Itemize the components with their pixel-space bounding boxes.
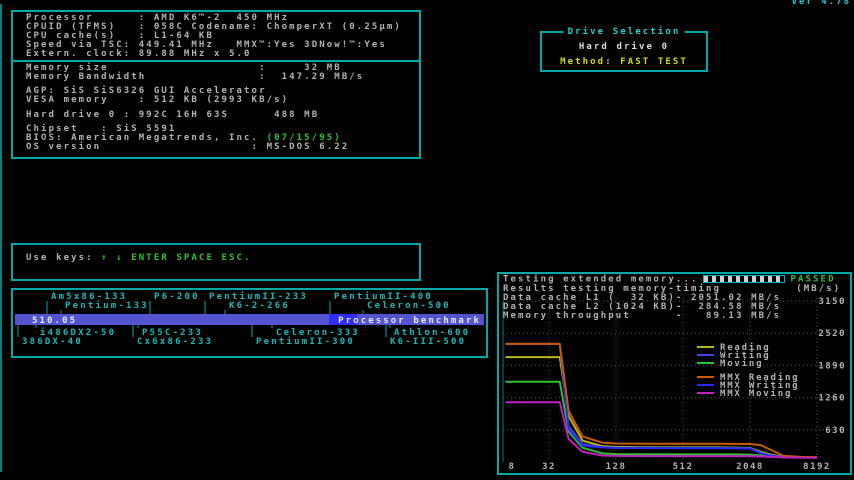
selected-drive[interactable]: Hard drive 0: [542, 42, 706, 52]
benchmark-score: 510.05: [32, 316, 77, 326]
info-row-hard-drive: Hard drive 0 : 992C 16H 63S 488 MB: [26, 111, 419, 120]
speedsys-screen: Ver 4.78 Processor : AMD K6™-2 450 MHz C…: [0, 0, 854, 480]
ref-cpu-label: Celeron-500: [367, 301, 451, 311]
keyboard-hint-panel: Use keys: ↑ ↓ ENTER SPACE ESC.: [11, 243, 421, 281]
x-tick-label: 32: [542, 462, 556, 472]
y-tick-label: 2520: [818, 329, 846, 339]
info-row-memory-bandwidth: Memory Bandwidth : 147.29 MB/s: [26, 73, 419, 82]
method-label: Method:: [560, 57, 620, 67]
x-tick-label: 8192: [803, 462, 831, 472]
screen-edge-line: [0, 4, 2, 472]
ref-cpu-label: K6-III-500: [390, 337, 466, 347]
x-tick-label: 2048: [736, 462, 764, 472]
passed-badge: PASSED: [790, 275, 835, 285]
info-row-vesa: VESA memory : 512 KB (2993 KB/s): [26, 96, 419, 105]
info-row-os: OS version : MS-DOS 6.22: [26, 143, 419, 152]
benchmark-ladder: 510.05Processor benchmarkAm5x86-133P6-20…: [11, 288, 488, 358]
memory-test-results: Testing extended memory...PASSED Results…: [503, 275, 841, 321]
y-tick-label: 630: [825, 426, 846, 436]
version-label: Ver 4.78: [792, 0, 851, 7]
x-tick-label: 8: [509, 462, 516, 472]
progress-bar: [703, 275, 785, 283]
keys-prefix: Use keys:: [26, 253, 101, 263]
ref-cpu-label: Cx6x86-233: [137, 337, 213, 347]
x-tick-label: 128: [606, 462, 627, 472]
drive-selection-title: Drive Selection: [564, 27, 685, 37]
result-row-throughput: Memory throughput - 89.13 MB/s: [503, 312, 841, 321]
test-method[interactable]: Method: FAST TEST: [542, 57, 706, 67]
legend-label: Moving: [720, 358, 763, 369]
memory-chart-panel: 832128512204881926301260189025203150Read…: [497, 272, 852, 475]
y-tick-label: 1260: [818, 394, 846, 404]
info-row-extern-clock: Extern. clock: 89.88 MHz x 5.0: [26, 50, 419, 59]
ref-cpu-label: 386DX-40: [22, 337, 83, 347]
keys-list: ↑ ↓ ENTER SPACE ESC.: [101, 253, 251, 263]
y-tick-label: 1890: [818, 361, 846, 371]
ref-cpu-label: PentiumII-300: [256, 336, 355, 347]
ref-cpu-label: Pentium-133: [65, 300, 149, 311]
processor-benchmark-panel: 510.05Processor benchmarkAm5x86-133P6-20…: [11, 288, 488, 358]
method-value: FAST TEST: [620, 57, 688, 67]
ref-cpu-label: K6-2-266: [229, 301, 290, 311]
legend-label: MMX Moving: [720, 388, 792, 399]
benchmark-title: Processor benchmark: [338, 316, 481, 326]
section-divider: [13, 60, 419, 62]
system-info-panel: Processor : AMD K6™-2 450 MHz CPUID (TFM…: [11, 10, 421, 159]
testing-label: Testing extended memory...: [503, 275, 698, 285]
ref-cpu-label: P6-200: [154, 292, 200, 302]
x-tick-label: 512: [673, 462, 694, 472]
drive-selection-panel[interactable]: Drive Selection Hard drive 0 Method: FAS…: [540, 31, 708, 72]
